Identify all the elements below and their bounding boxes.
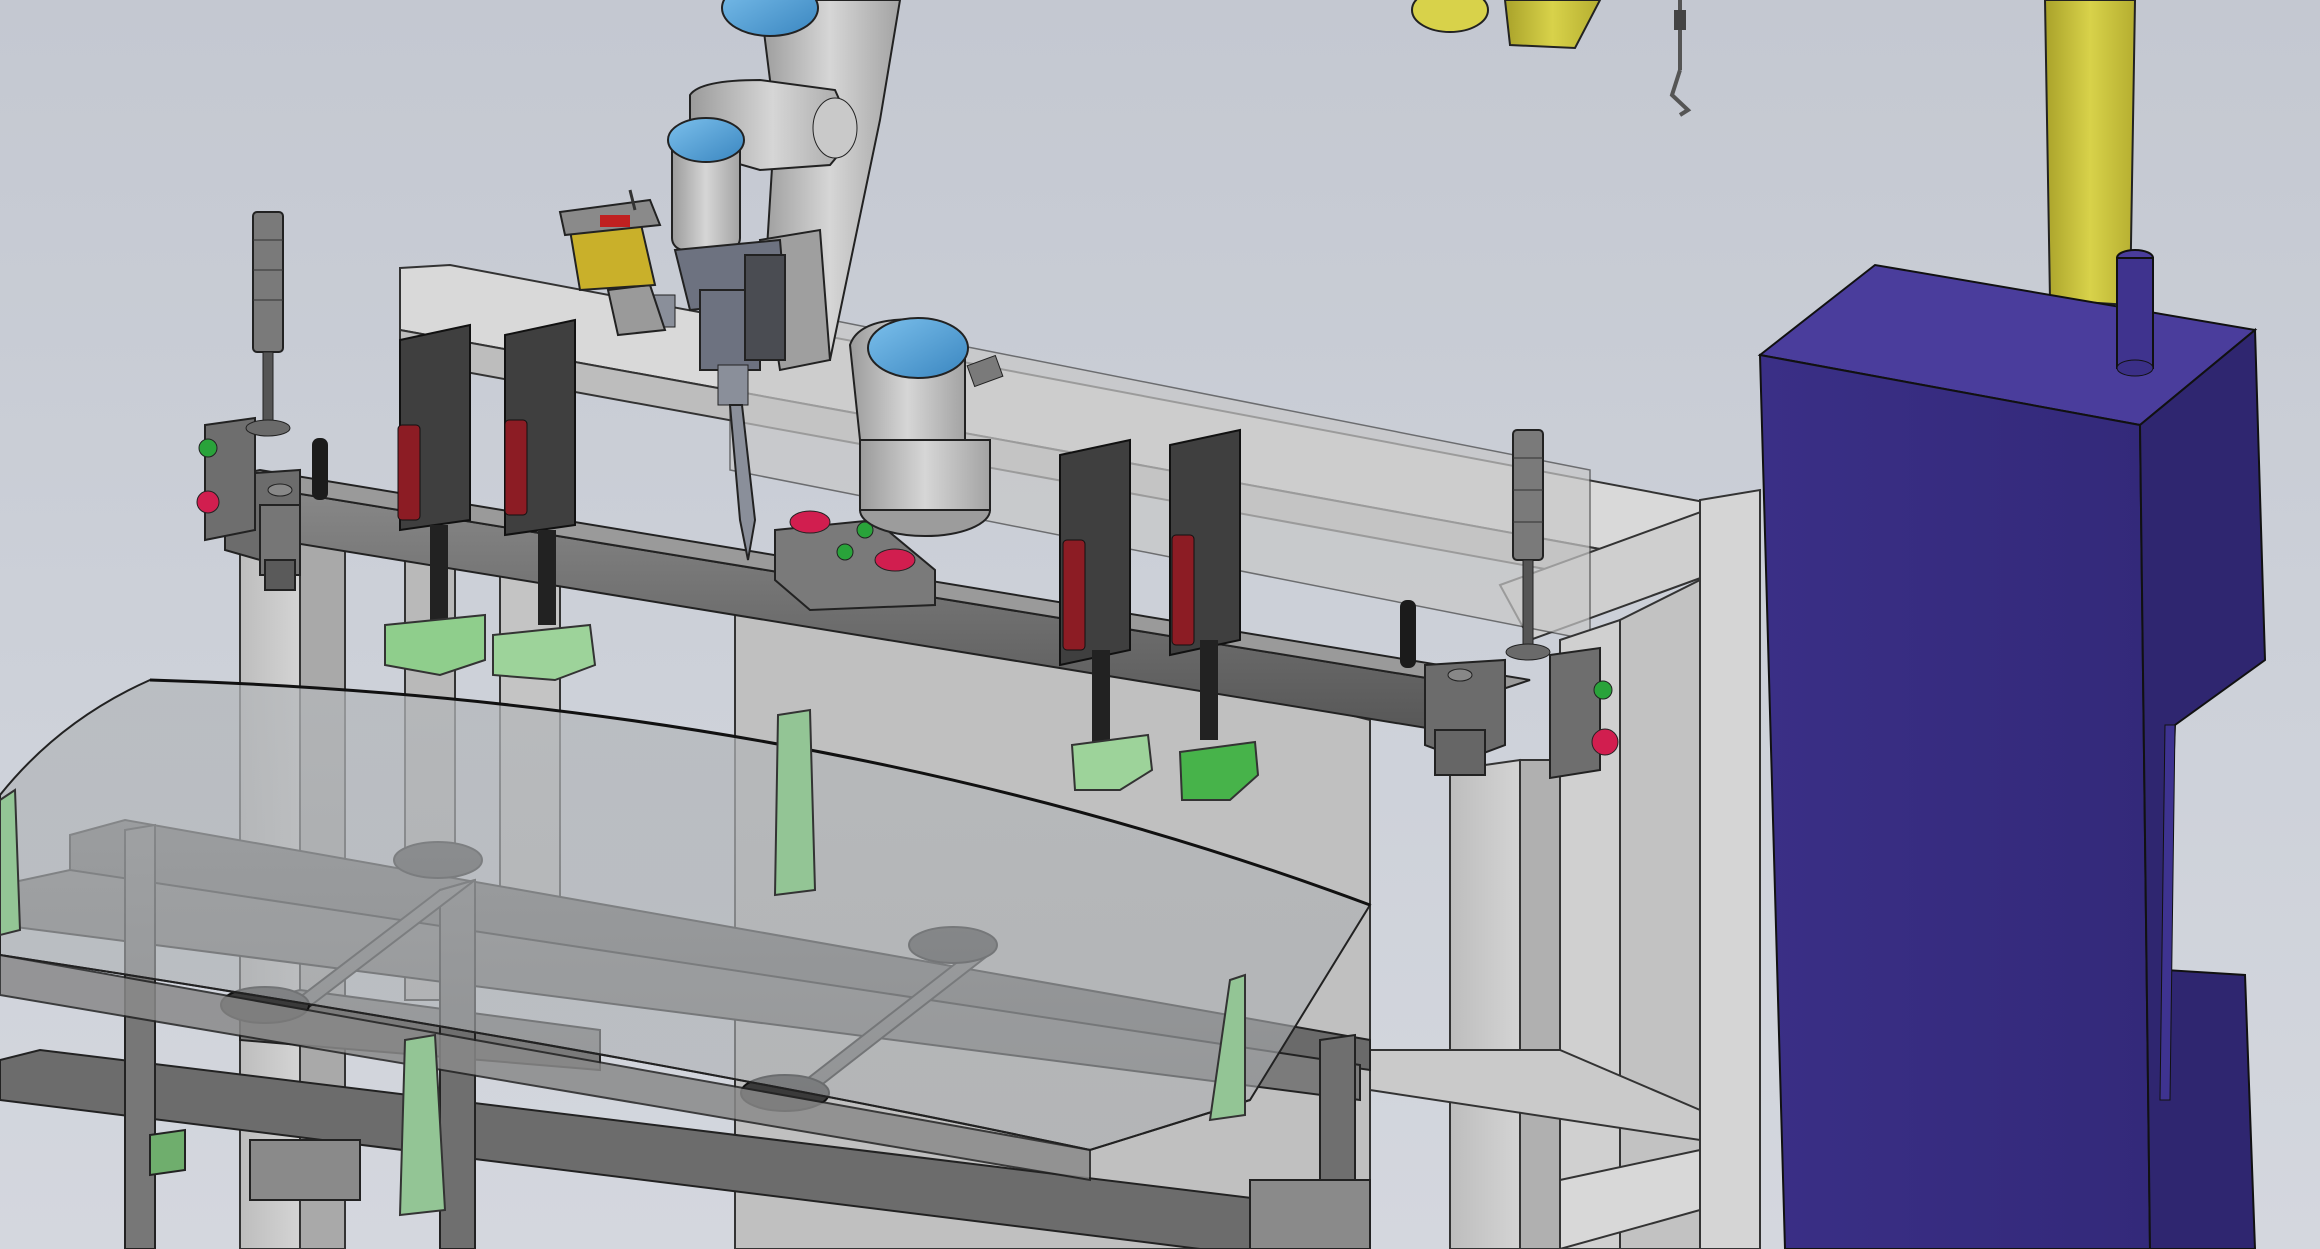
- cad-viewport[interactable]: [0, 0, 2320, 1249]
- yellow-tool-attachment: [558, 189, 662, 292]
- left-control-box[interactable]: [196, 416, 256, 542]
- red-button[interactable]: [874, 548, 916, 572]
- signal-tower-light-left: [245, 211, 291, 437]
- overhead-yellow-bracket: [1411, 0, 1602, 50]
- green-button[interactable]: [836, 543, 854, 561]
- black-handle-right[interactable]: [1400, 600, 1416, 668]
- clamp-pad: [492, 623, 597, 682]
- joint-cap: [667, 117, 745, 163]
- cad-model-canvas[interactable]: [0, 0, 2320, 1249]
- green-button[interactable]: [198, 438, 218, 458]
- toggle-clamp-1[interactable]: [384, 323, 486, 677]
- red-stop-button[interactable]: [196, 490, 220, 514]
- red-stop-button[interactable]: [1591, 728, 1619, 756]
- electrical-cabinet[interactable]: [1757, 249, 2267, 1249]
- red-button[interactable]: [789, 510, 831, 534]
- hanging-chain-hook: [1669, 0, 1692, 117]
- joint-cap: [867, 317, 969, 379]
- clamp-pad: [384, 613, 486, 677]
- green-button[interactable]: [1593, 680, 1613, 700]
- black-handle-left[interactable]: [312, 438, 328, 500]
